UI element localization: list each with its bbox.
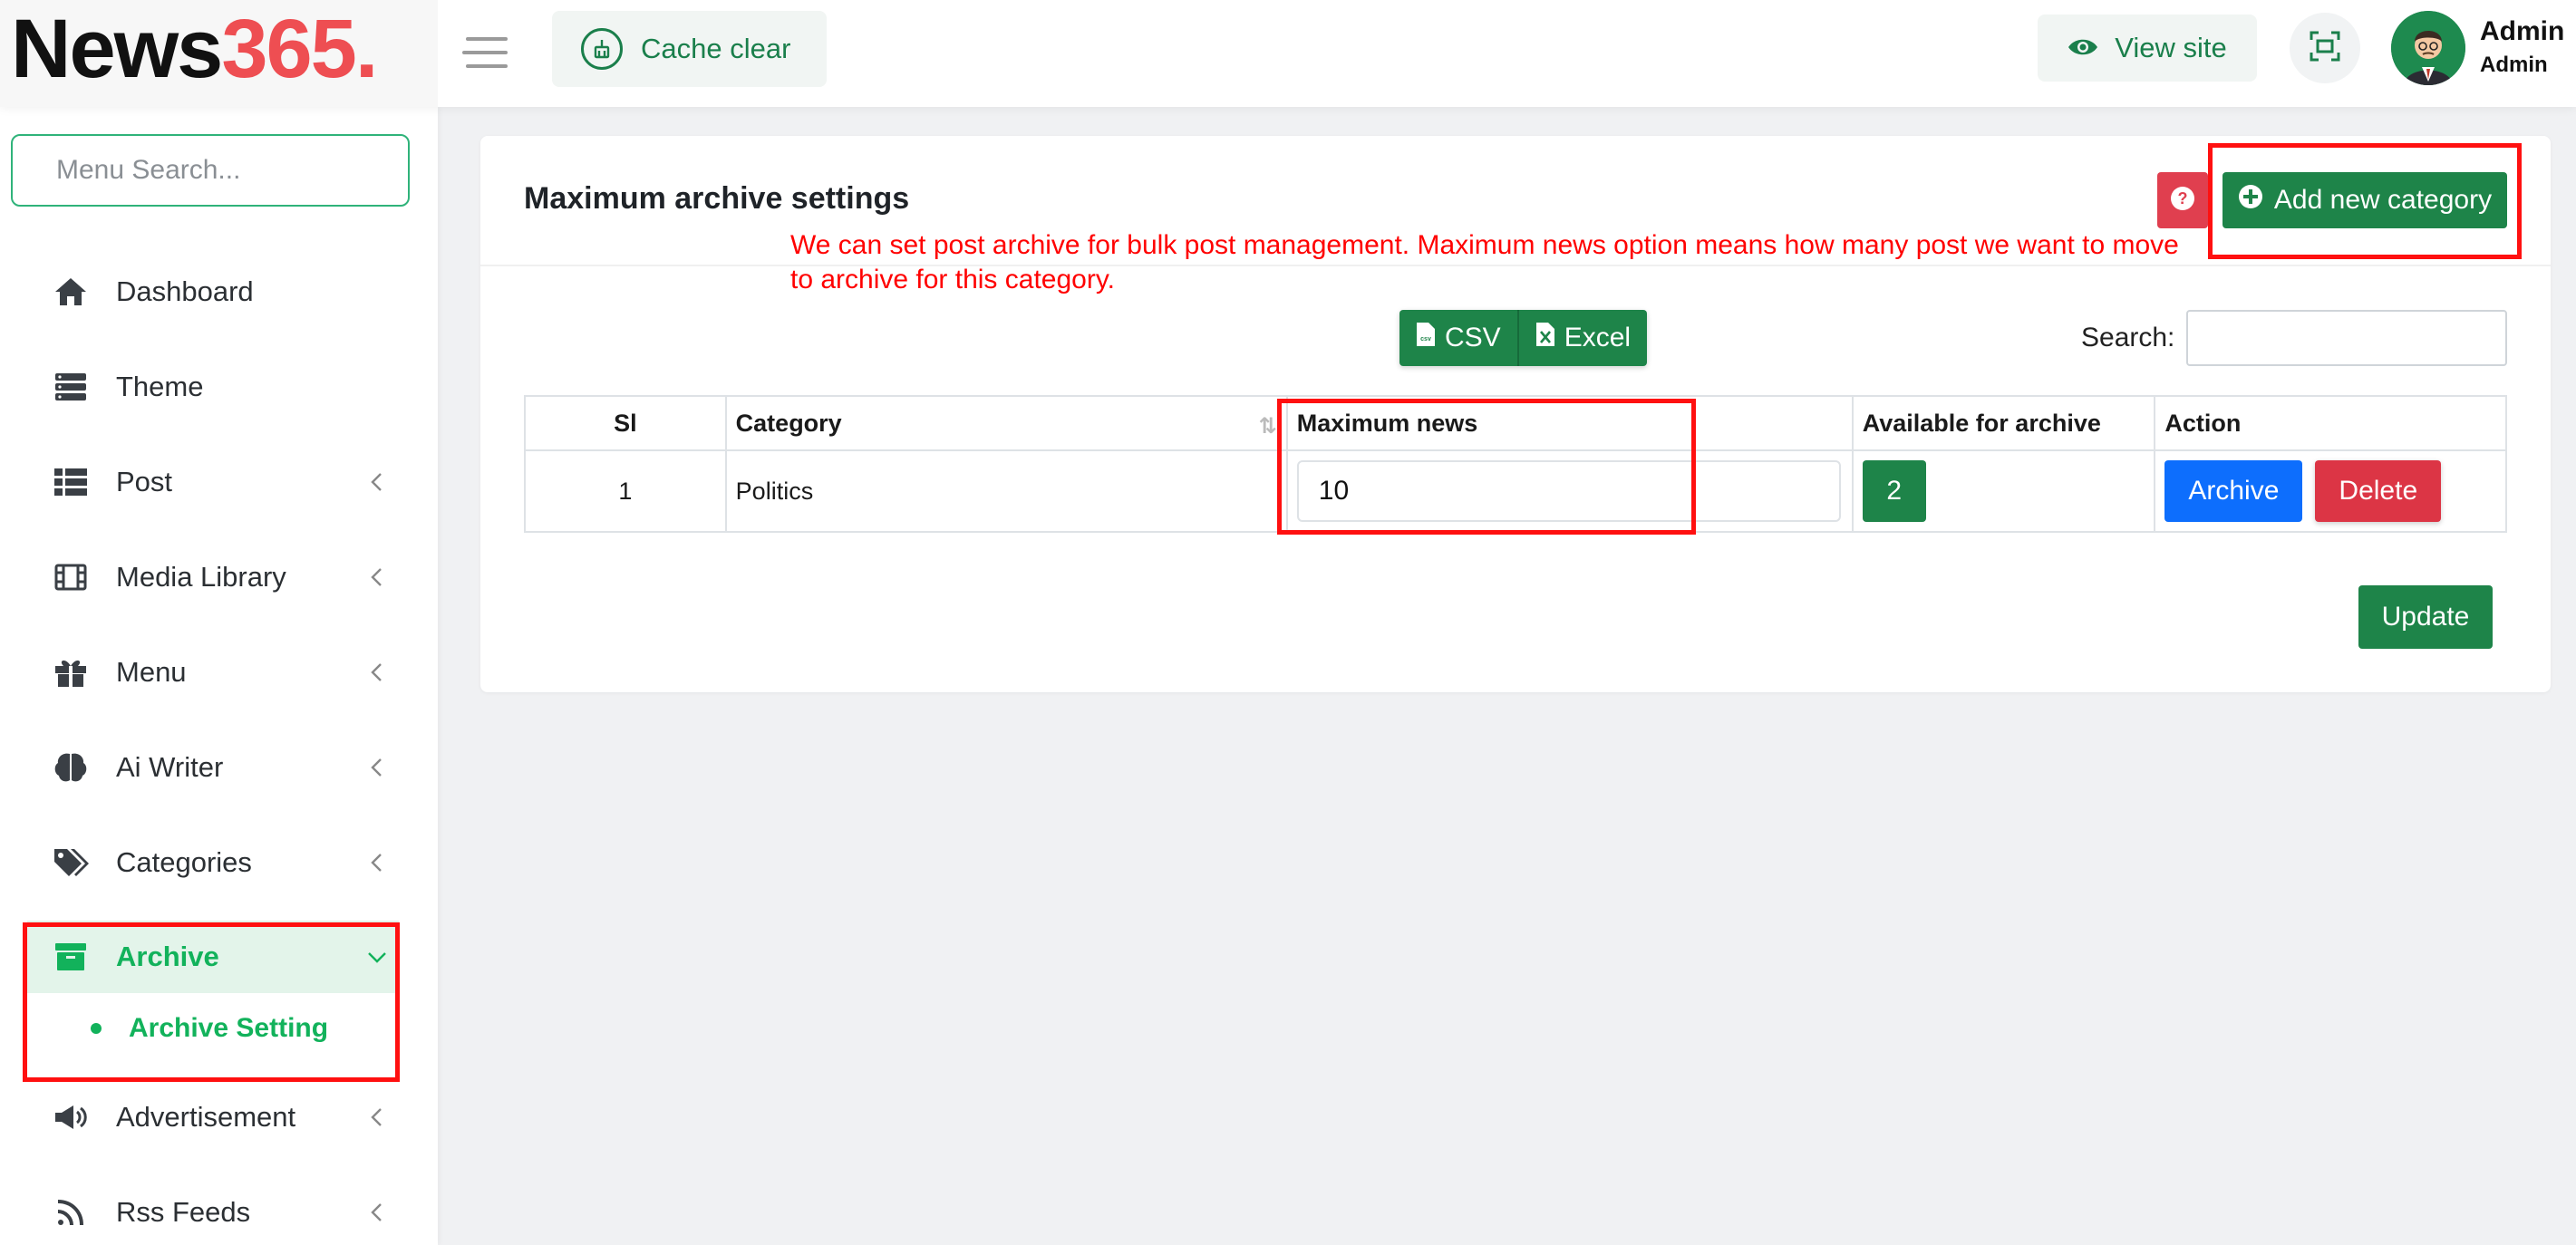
- chevron-left-icon: [366, 1106, 388, 1128]
- sidebar-item-label: Categories: [116, 846, 252, 878]
- table-search-input[interactable]: [2186, 310, 2507, 366]
- page-title: Maximum archive settings: [524, 181, 910, 216]
- sidebar-item-categories[interactable]: Categories: [27, 826, 399, 899]
- excel-file-icon: [1535, 322, 1555, 354]
- cell-maximum-news: [1285, 449, 1854, 533]
- excel-export-button[interactable]: Excel: [1516, 310, 1648, 366]
- sidebar-item-label: Ai Writer: [116, 751, 224, 783]
- cell-category: Politics: [724, 449, 1288, 533]
- chevron-left-icon: [366, 852, 388, 873]
- sidebar-item-label: Advertisement: [116, 1101, 296, 1133]
- help-button[interactable]: ?: [2157, 172, 2208, 228]
- top-header: News365. Cache clear View site Admin Adm…: [0, 0, 2576, 107]
- sidebar-item-label: Dashboard: [116, 275, 254, 307]
- svg-text:csv: csv: [1420, 336, 1431, 343]
- annotation-text: We can set post archive for bulk post ma…: [790, 230, 2179, 294]
- bullet-icon: [91, 1023, 102, 1034]
- sidebar-item-dashboard[interactable]: Dashboard: [27, 256, 399, 328]
- search-label: Search:: [2081, 323, 2175, 352]
- view-site-button[interactable]: View site: [2038, 14, 2257, 82]
- megaphone-icon: [53, 1099, 89, 1135]
- table-header-row: Sl Category ⇅ Maximum news Available for…: [524, 395, 2507, 451]
- logo-main-text: News: [11, 3, 223, 95]
- sidebar-item-rss-feeds[interactable]: Rss Feeds: [27, 1176, 399, 1245]
- fullscreen-button[interactable]: [2290, 13, 2360, 83]
- logo[interactable]: News365.: [11, 3, 378, 95]
- cache-clear-label: Cache clear: [641, 33, 791, 64]
- archive-icon: [53, 939, 89, 975]
- update-button[interactable]: Update: [2358, 585, 2493, 649]
- broom-icon: [581, 28, 623, 70]
- excel-label: Excel: [1564, 323, 1632, 352]
- export-button-group: csv CSV Excel: [1399, 310, 1648, 366]
- column-header-available[interactable]: Available for archive: [1851, 395, 2156, 451]
- sidebar-item-label: Menu: [116, 656, 187, 688]
- hamburger-menu-icon[interactable]: [462, 29, 513, 76]
- cell-sl: 1: [524, 449, 727, 533]
- sidebar-item-menu[interactable]: Menu: [27, 636, 399, 709]
- sidebar-item-label: Archive: [116, 941, 219, 972]
- brain-icon: [53, 749, 89, 786]
- sidebar-item-ai-writer[interactable]: Ai Writer: [27, 731, 399, 804]
- cache-clear-button[interactable]: Cache clear: [552, 11, 827, 87]
- cell-action: Archive Delete: [2154, 449, 2507, 533]
- eye-icon: [2068, 32, 2098, 64]
- chevron-down-icon: [366, 946, 388, 968]
- svg-text:?: ?: [2178, 189, 2188, 208]
- chevron-left-icon: [366, 1202, 388, 1223]
- home-icon: [53, 274, 89, 310]
- sidebar-item-archive[interactable]: Archive: [27, 921, 399, 993]
- user-role: Admin: [2480, 53, 2548, 77]
- expand-icon: [2309, 30, 2341, 67]
- avatar[interactable]: [2391, 11, 2465, 85]
- column-header-category-label: Category: [735, 409, 842, 437]
- sidebar-subitem-archive-setting[interactable]: Archive Setting: [91, 1003, 328, 1054]
- chevron-left-icon: [366, 661, 388, 683]
- plus-circle-icon: [2238, 184, 2263, 217]
- delete-button[interactable]: Delete: [2315, 460, 2442, 522]
- sidebar-item-label: Post: [116, 466, 173, 497]
- table-row: 1 Politics 2 ArchiveDelete: [524, 449, 2507, 533]
- sidebar-item-media-library[interactable]: Media Library: [27, 541, 399, 613]
- menu-search-input[interactable]: [11, 134, 410, 207]
- sidebar-item-post[interactable]: Post: [27, 446, 399, 518]
- csv-label: CSV: [1445, 323, 1501, 352]
- column-header-maximum-news[interactable]: Maximum news: [1285, 395, 1854, 451]
- add-new-category-button[interactable]: Add new category: [2223, 172, 2507, 228]
- archive-button[interactable]: Archive: [2164, 460, 2303, 522]
- column-header-sl[interactable]: Sl: [524, 395, 727, 451]
- csv-export-button[interactable]: csv CSV: [1399, 310, 1517, 366]
- sort-icon[interactable]: ⇅: [1259, 413, 1277, 439]
- rss-icon: [53, 1194, 89, 1231]
- tags-icon: [53, 844, 89, 881]
- user-name[interactable]: Admin: [2480, 16, 2564, 47]
- list-icon: [53, 464, 89, 500]
- theme-icon: [53, 369, 89, 405]
- sidebar-item-label: Theme: [116, 371, 204, 402]
- brand-area: News365.: [0, 0, 438, 107]
- add-new-category-label: Add new category: [2273, 185, 2493, 215]
- cell-available: 2: [1851, 449, 2156, 533]
- sidebar-item-label: Media Library: [116, 561, 286, 593]
- archive-table: Sl Category ⇅ Maximum news Available for…: [524, 395, 2507, 533]
- film-icon: [53, 559, 89, 595]
- maximum-news-input[interactable]: [1296, 460, 1841, 522]
- sidebar-item-theme[interactable]: Theme: [27, 351, 399, 423]
- submenu-label: Archive Setting: [129, 1013, 329, 1043]
- column-header-category[interactable]: Category ⇅: [724, 395, 1288, 451]
- chevron-left-icon: [366, 566, 388, 588]
- logo-accent-text: 365.: [221, 3, 378, 95]
- csv-file-icon: csv: [1416, 322, 1436, 354]
- view-site-label: View site: [2115, 32, 2227, 63]
- sidebar-item-label: Rss Feeds: [116, 1196, 251, 1228]
- column-header-action[interactable]: Action: [2154, 395, 2507, 451]
- chevron-left-icon: [366, 757, 388, 778]
- chevron-left-icon: [366, 471, 388, 493]
- gift-icon: [53, 654, 89, 690]
- question-icon: ?: [2170, 186, 2195, 216]
- sidebar-item-advertisement[interactable]: Advertisement: [27, 1081, 399, 1153]
- available-count-badge: 2: [1862, 460, 1926, 522]
